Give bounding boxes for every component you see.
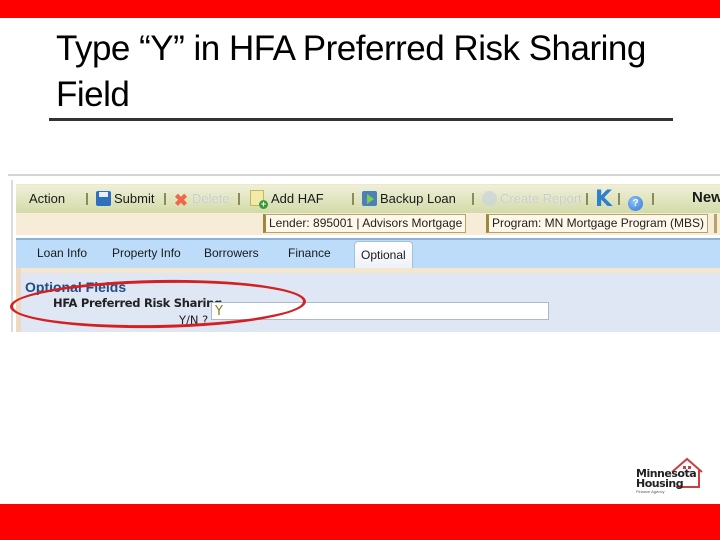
- logo-tagline: Finance Agency: [636, 489, 665, 494]
- bottom-red-bar: [0, 504, 720, 540]
- divider: [8, 174, 720, 176]
- field-label-suffix: Y/N ?: [179, 313, 209, 327]
- program-info: Program: MN Mortgage Program (MBS): [486, 214, 709, 233]
- toolbar-separator: [586, 193, 588, 205]
- add-haf-button[interactable]: Add HAF: [250, 190, 324, 209]
- tab-bar: Loan Info Property Info Borrowers Financ…: [16, 238, 720, 268]
- help-icon: ?: [628, 196, 643, 211]
- help-button[interactable]: ?: [628, 190, 646, 211]
- field-label: HFA Preferred Risk Sharing: [53, 296, 222, 310]
- lender-info: Lender: 895001 | Advisors Mortgage: [263, 214, 467, 233]
- toolbar-separator: [652, 193, 654, 205]
- submit-button[interactable]: Submit: [96, 190, 154, 208]
- toolbar-separator: [352, 193, 354, 205]
- tab-optional[interactable]: Optional: [354, 241, 413, 268]
- divider: [16, 268, 21, 332]
- tab-borrowers[interactable]: Borrowers: [204, 246, 259, 260]
- create-report-button[interactable]: Create Report: [482, 190, 582, 208]
- save-icon: [96, 191, 111, 206]
- divider: [16, 268, 720, 273]
- panel-title: Optional Fields: [25, 279, 127, 295]
- toolbar-separator: [86, 193, 88, 205]
- top-red-bar: [0, 0, 720, 18]
- info-bar: Lender: 895001 | Advisors Mortgage Progr…: [16, 213, 720, 235]
- new-button[interactable]: New: [692, 189, 720, 206]
- toolbar-separator: [164, 193, 166, 205]
- backup-loan-button[interactable]: Backup Loan: [362, 190, 456, 208]
- divider: [714, 214, 717, 233]
- toolbar-separator: [238, 193, 240, 205]
- tab-finance[interactable]: Finance: [288, 246, 331, 260]
- action-menu[interactable]: Action: [29, 190, 65, 208]
- toolbar-separator: [618, 193, 620, 205]
- app-screenshot: Action Submit ✖Delete Add HAF Backup Loa…: [8, 172, 720, 332]
- toolbar: Action Submit ✖Delete Add HAF Backup Loa…: [16, 184, 720, 213]
- toolbar-separator: [472, 193, 474, 205]
- tab-loan-info[interactable]: Loan Info: [37, 246, 87, 260]
- minnesota-housing-logo: Minnesota Housing Finance Agency: [636, 456, 706, 496]
- first-record-button[interactable]: K: [595, 187, 614, 212]
- delete-button[interactable]: ✖ Delete: [173, 190, 230, 210]
- divider: [11, 180, 13, 332]
- backup-icon: [362, 191, 377, 206]
- add-document-icon: [250, 190, 268, 209]
- title-underline: [49, 118, 673, 121]
- slide-title: Type “Y” in HFA Preferred Risk Sharing F…: [56, 29, 646, 114]
- logo-text: Housing: [636, 477, 684, 490]
- hfa-preferred-risk-sharing-input[interactable]: [211, 302, 549, 320]
- report-icon: [482, 191, 497, 206]
- first-record-icon: K: [595, 187, 613, 212]
- delete-x-icon: ✖: [173, 191, 189, 210]
- tab-property-info[interactable]: Property Info: [112, 246, 181, 260]
